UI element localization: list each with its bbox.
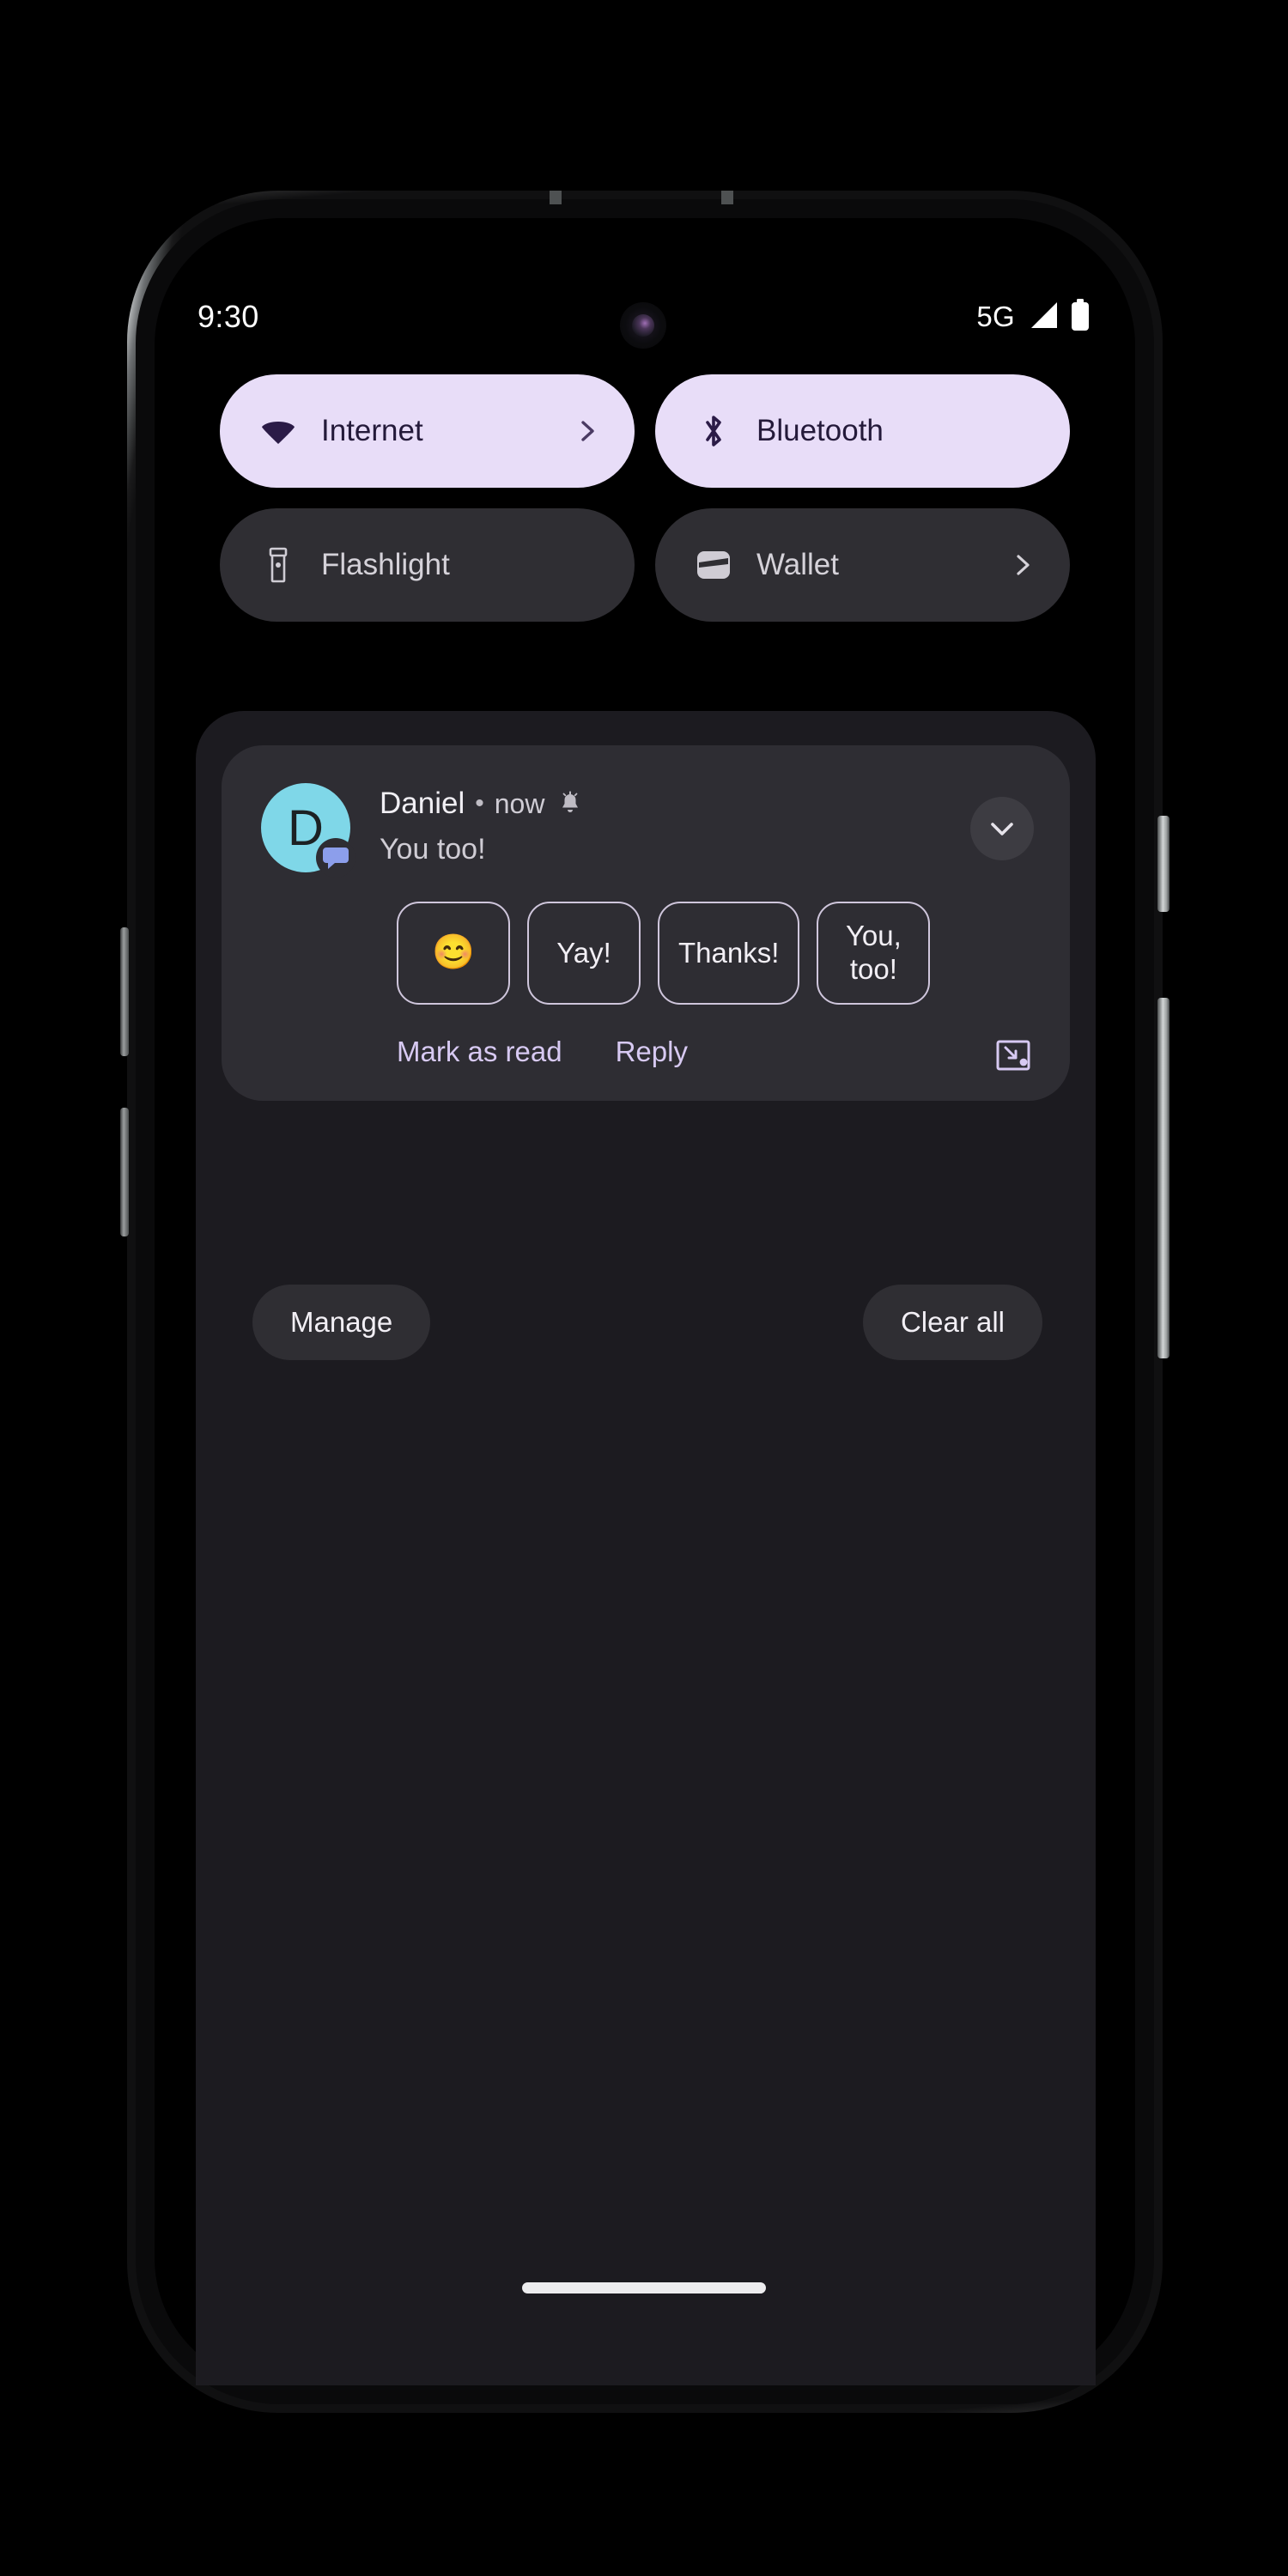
battery-full-icon bbox=[1070, 298, 1091, 336]
smart-reply-chip-you-too[interactable]: You, too! bbox=[817, 902, 931, 1005]
notification-actions: Mark as read Reply bbox=[397, 1036, 1039, 1075]
qs-tile-label-bluetooth: Bluetooth bbox=[756, 414, 884, 447]
qs-tile-bluetooth[interactable]: Bluetooth bbox=[655, 374, 1070, 488]
status-bar: 9:30 5G bbox=[197, 292, 1091, 342]
shade-footer: Manage Clear all bbox=[252, 1285, 1042, 1360]
chat-bubble-icon bbox=[316, 838, 355, 878]
notification-text-block: Daniel • now You too! bbox=[380, 783, 1039, 866]
chevron-right-icon[interactable] bbox=[574, 418, 600, 444]
volume-rocker-button[interactable] bbox=[1157, 998, 1170, 1358]
clear-all-button[interactable]: Clear all bbox=[862, 1285, 1042, 1360]
qs-tile-wallet[interactable]: Wallet bbox=[655, 508, 1070, 622]
smart-reply-chip-yay[interactable]: Yay! bbox=[527, 902, 641, 1005]
mark-as-read-button[interactable]: Mark as read bbox=[397, 1036, 562, 1068]
quick-settings-grid: Internet Bluetooth Flashlight Wallet bbox=[220, 374, 1070, 622]
qs-tile-flashlight[interactable]: Flashlight bbox=[220, 508, 635, 622]
signal-bars-icon bbox=[1026, 301, 1059, 334]
avatar: D bbox=[261, 783, 355, 878]
status-bar-clock: 9:30 bbox=[197, 299, 259, 334]
chevron-down-icon[interactable] bbox=[970, 797, 1034, 860]
notification-timestamp: now bbox=[494, 787, 545, 819]
antenna-band-left bbox=[550, 191, 562, 204]
antenna-band-right bbox=[721, 191, 733, 204]
bluetooth-icon bbox=[695, 412, 732, 450]
wifi-icon bbox=[259, 412, 297, 450]
left-side-button-upper[interactable] bbox=[120, 927, 129, 1056]
qs-tile-label-internet: Internet bbox=[321, 414, 423, 447]
status-bar-icons: 5G bbox=[976, 298, 1091, 336]
smart-reply-chip-thanks[interactable]: Thanks! bbox=[658, 902, 800, 1005]
qs-tile-internet[interactable]: Internet bbox=[220, 374, 635, 488]
notification-card[interactable]: D Daniel • now You too! 😊 Yay! Thanks! Y… bbox=[222, 745, 1070, 1101]
reply-button[interactable]: Reply bbox=[616, 1036, 688, 1068]
screenshot-root: 9:30 5G Internet Bluetooth Flashlight Wa… bbox=[0, 0, 1288, 2576]
chevron-right-icon[interactable] bbox=[1010, 552, 1036, 578]
manage-button[interactable]: Manage bbox=[252, 1285, 431, 1360]
qs-tile-label-wallet: Wallet bbox=[756, 548, 839, 581]
notification-meta-row: Daniel • now bbox=[380, 787, 1039, 821]
smart-reply-chip-emoji[interactable]: 😊 bbox=[397, 902, 510, 1005]
smart-reply-chips: 😊 Yay! Thanks! You, too! bbox=[397, 902, 1039, 1005]
qs-tile-label-flashlight: Flashlight bbox=[321, 548, 450, 581]
network-type-label: 5G bbox=[976, 301, 1015, 332]
notification-sender: Daniel bbox=[380, 787, 465, 820]
home-indicator[interactable] bbox=[522, 2282, 766, 2293]
notification-message: You too! bbox=[380, 833, 486, 866]
notification-separator: • bbox=[475, 789, 484, 817]
bubble-expand-icon[interactable] bbox=[993, 1035, 1034, 1076]
flashlight-icon bbox=[259, 546, 297, 584]
wallet-icon bbox=[695, 546, 732, 584]
left-side-button-lower[interactable] bbox=[120, 1108, 129, 1236]
notification-header: D Daniel • now You too! bbox=[252, 783, 1039, 878]
bell-icon bbox=[556, 790, 584, 817]
power-button[interactable] bbox=[1157, 816, 1170, 912]
